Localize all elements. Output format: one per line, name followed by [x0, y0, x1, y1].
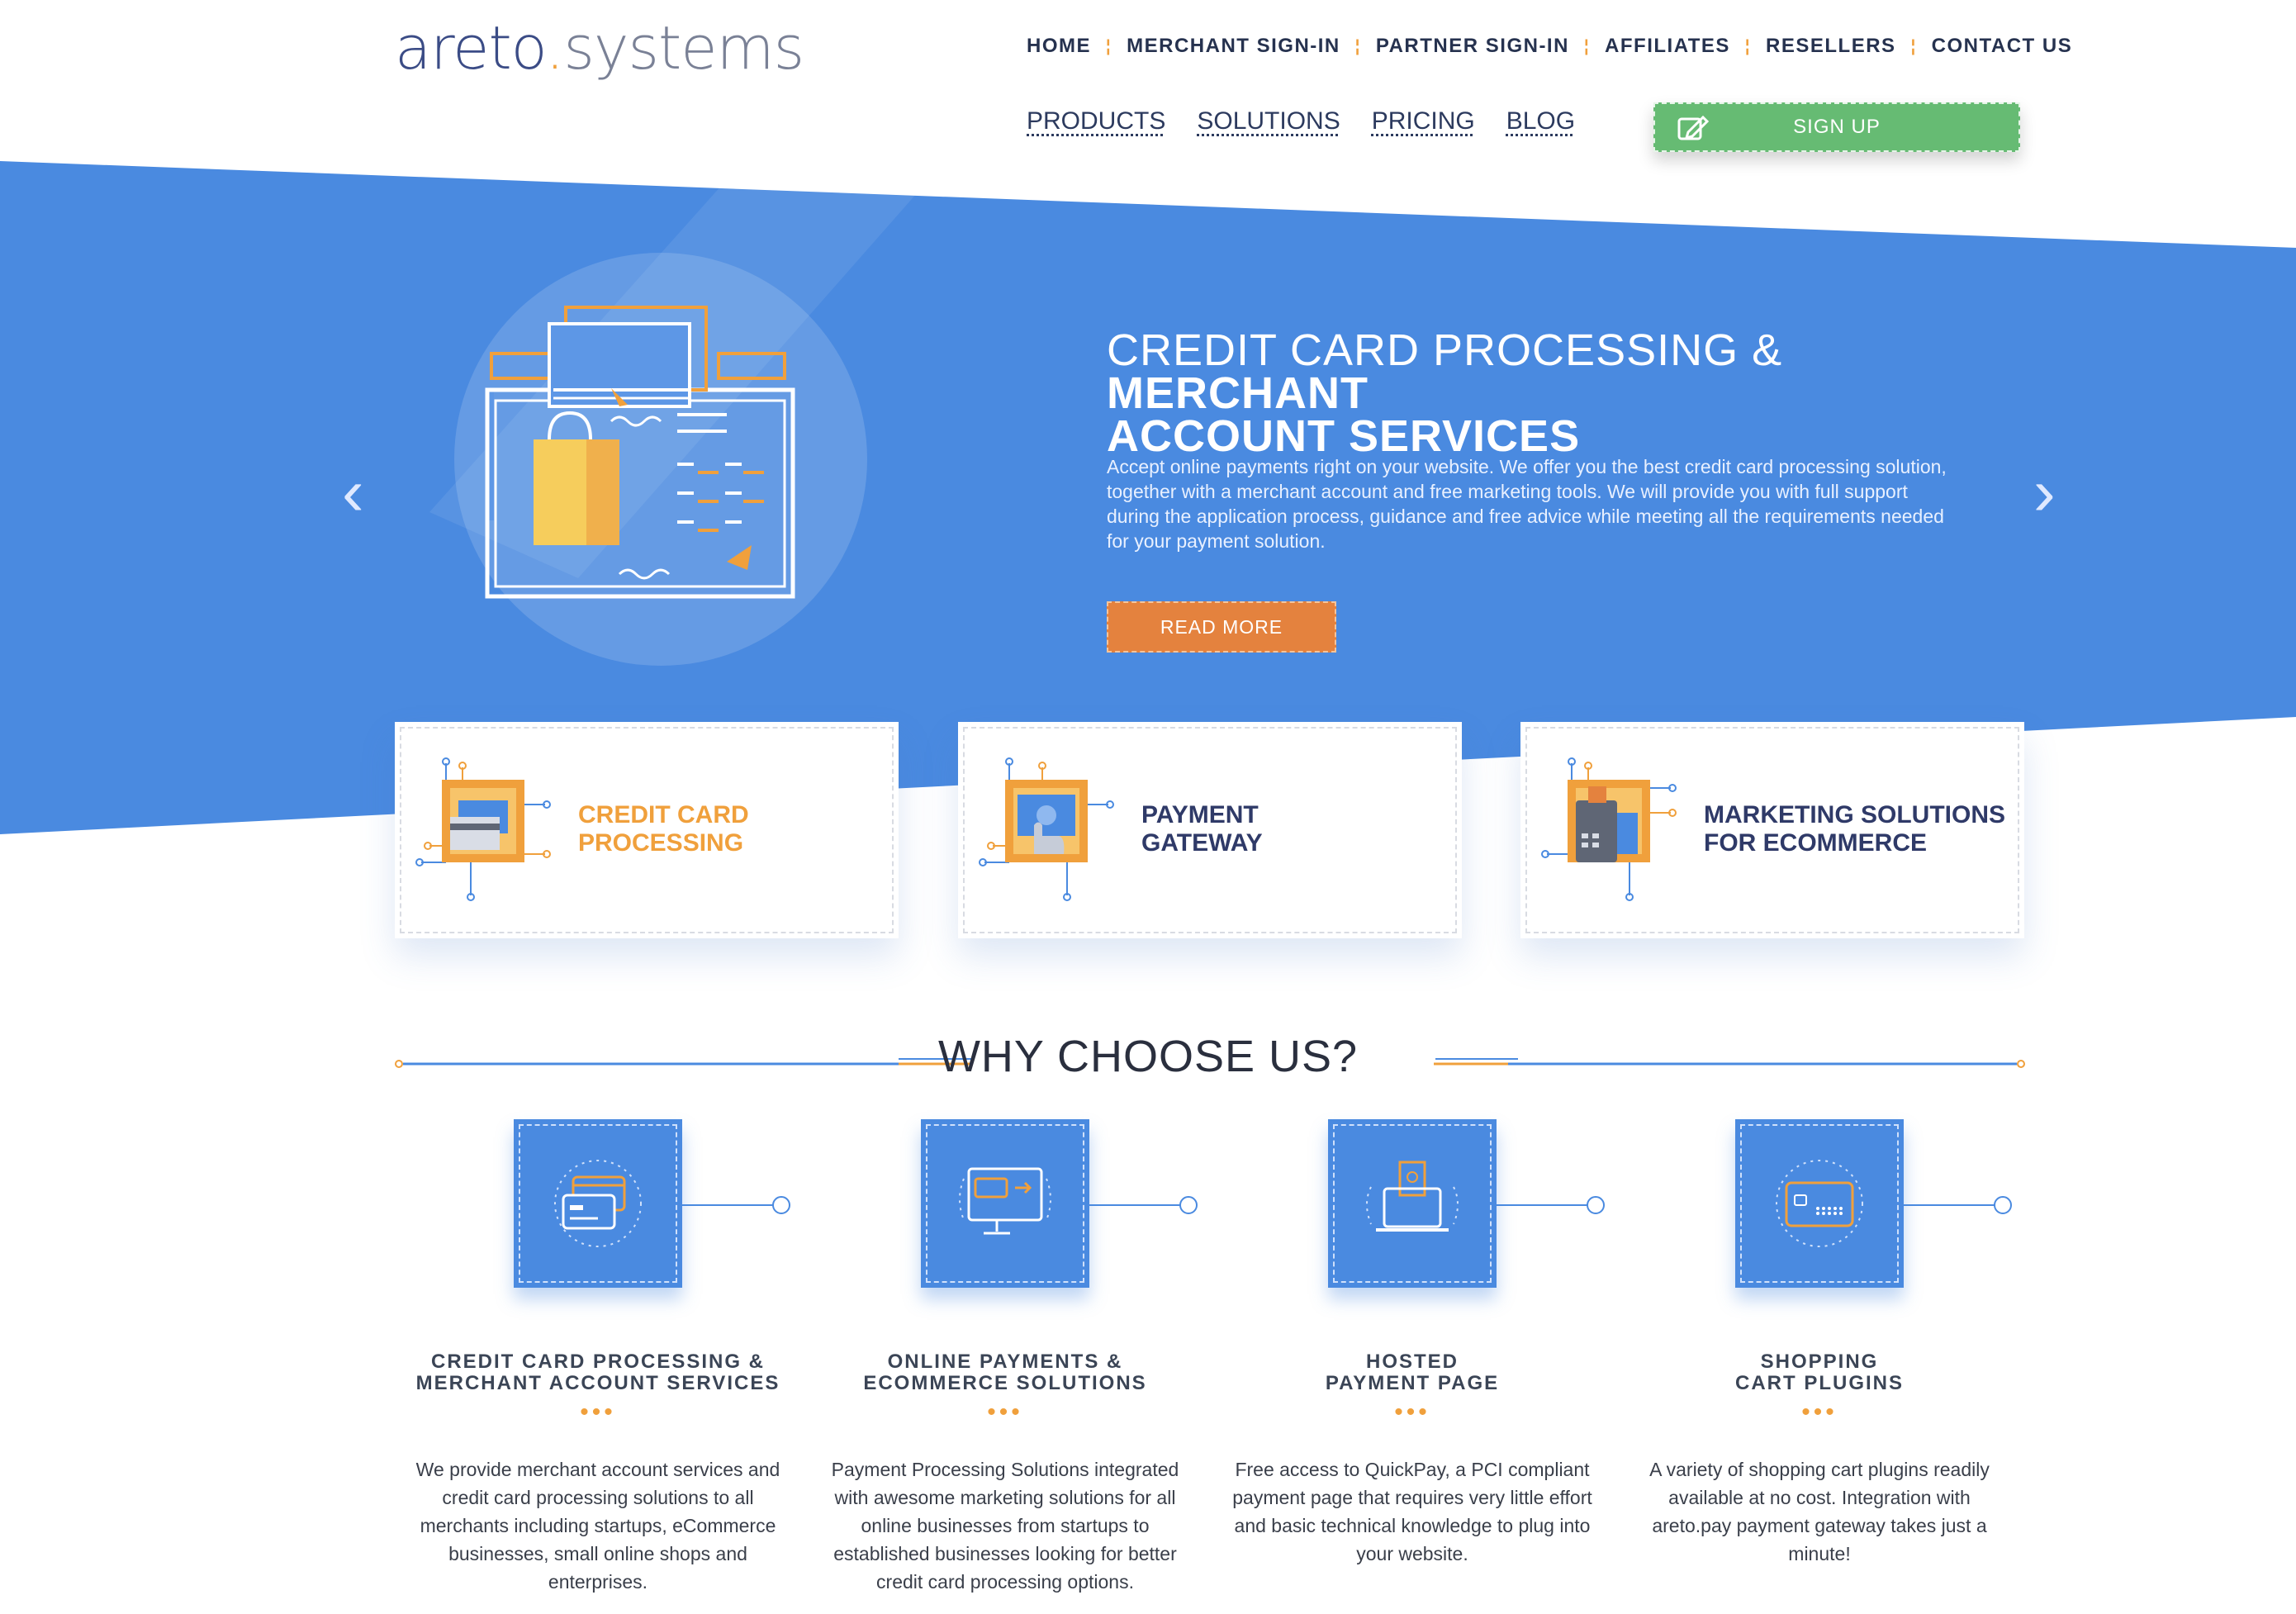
nav-separator: ¦: [1583, 36, 1591, 55]
feature-title: SHOPPING CART PLUGINS: [1629, 1351, 2009, 1394]
hero-title-light: CREDIT CARD PROCESSING &: [1107, 325, 1783, 375]
feature-dots: •••: [580, 1398, 616, 1426]
card-title-line-1: CREDIT CARD: [578, 801, 749, 828]
why-choose-us-heading: WHY CHOOSE US?: [937, 1032, 1359, 1081]
connector-line: [1497, 1196, 1605, 1214]
brand-part-1: areto: [395, 13, 546, 83]
nav-blog[interactable]: BLOG: [1506, 107, 1575, 135]
feature-description: Payment Processing Solutions integrated …: [831, 1459, 1179, 1593]
top-nav: HOME ¦ MERCHANT SIGN-IN ¦ PARTNER SIGN-IN ¦…: [1027, 35, 2072, 58]
feature-title-line-1: SHOPPING: [1760, 1351, 1879, 1373]
nav-affiliates[interactable]: AFFILIATES: [1605, 35, 1730, 58]
card-title-line-2: PROCESSING: [578, 829, 744, 857]
feature-title-line-2: PAYMENT PAGE: [1325, 1372, 1500, 1394]
card-title-line-2: GATEWAY: [1141, 829, 1263, 857]
nav-partner-sign-in[interactable]: PARTNER SIGN-IN: [1376, 35, 1569, 58]
nav-separator: ¦: [1910, 36, 1917, 55]
card-title: PAYMENT GATEWAY: [1141, 801, 1263, 857]
nav-separator: ¦: [1106, 36, 1112, 55]
hero-title: CREDIT CARD PROCESSING & MERCHANT ACCOUN…: [1107, 328, 1999, 461]
edit-icon: [1677, 115, 1710, 140]
carousel-next-arrow[interactable]: ›: [2033, 459, 2056, 525]
credit-card-icon: [1776, 1160, 1863, 1247]
nav-separator: ¦: [1354, 36, 1361, 55]
feature-title-line-2: CART PLUGINS: [1735, 1372, 1904, 1394]
feature-box-shopping-cart-plugins[interactable]: [1735, 1119, 1904, 1288]
hero-title-bold-1: MERCHANT: [1107, 368, 1369, 418]
brand-dot: .: [545, 13, 564, 83]
feature-dots: •••: [1394, 1398, 1430, 1426]
feature-title-line-1: ONLINE PAYMENTS &: [887, 1351, 1123, 1373]
feature-box-credit-card[interactable]: [514, 1119, 682, 1288]
hero-title-bold-2: ACCOUNT SERVICES: [1107, 411, 1581, 461]
nav-contact-us[interactable]: CONTACT US: [1932, 35, 2073, 58]
feature-title-line-2: MERCHANT ACCOUNT SERVICES: [415, 1372, 780, 1394]
nav-products[interactable]: PRODUCTS: [1027, 107, 1165, 135]
nav-solutions[interactable]: SOLUTIONS: [1197, 107, 1340, 135]
marketing-terminal-chip-icon: [1541, 757, 1677, 901]
payment-gateway-chip-icon: [979, 757, 1114, 901]
feature-title: ONLINE PAYMENTS & ECOMMERCE SOLUTIONS: [815, 1351, 1195, 1394]
nav-merchant-sign-in[interactable]: MERCHANT SIGN-IN: [1127, 35, 1340, 58]
card-payment-gateway[interactable]: PAYMENT GATEWAY: [958, 722, 1462, 938]
card-marketing-solutions[interactable]: MARKETING SOLUTIONS FOR ECOMMERCE: [1520, 722, 2024, 938]
credit-cards-icon: [554, 1160, 642, 1247]
feature-title-line-2: ECOMMERCE SOLUTIONS: [863, 1372, 1147, 1394]
connector-line: [1089, 1196, 1198, 1214]
feature-title-line-1: HOSTED: [1365, 1351, 1459, 1373]
feature-box-online-payments[interactable]: [921, 1119, 1089, 1288]
card-title-line-1: MARKETING SOLUTIONS: [1704, 801, 2005, 828]
card-title-line-1: PAYMENT: [1141, 801, 1259, 828]
feature-description: Free access to QuickPay, a PCI compliant…: [1232, 1459, 1592, 1564]
nav-pricing[interactable]: PRICING: [1372, 107, 1475, 135]
sign-up-button[interactable]: SIGN UP: [1653, 102, 2020, 152]
nav-separator: ¦: [1744, 36, 1752, 55]
brand-logo[interactable]: areto.systems: [395, 15, 804, 81]
nav-home[interactable]: HOME: [1027, 35, 1091, 58]
feature-title: HOSTED PAYMENT PAGE: [1222, 1351, 1602, 1394]
feature-description: We provide merchant account services and…: [415, 1459, 780, 1593]
laptop-cash-icon: [1366, 1161, 1459, 1232]
nav-resellers[interactable]: RESELLERS: [1766, 35, 1896, 58]
card-title: MARKETING SOLUTIONS FOR ECOMMERCE: [1704, 801, 2005, 857]
read-more-button[interactable]: READ MORE: [1107, 601, 1336, 653]
sub-nav: PRODUCTS SOLUTIONS PRICING BLOG: [1027, 107, 1606, 135]
monitor-payment-icon: [959, 1167, 1051, 1235]
connector-line: [682, 1196, 790, 1214]
carousel-prev-arrow[interactable]: ‹: [342, 459, 364, 525]
feature-title-line-1: CREDIT CARD PROCESSING &: [430, 1351, 766, 1373]
connector-line: [1904, 1196, 2012, 1214]
feature-dots: •••: [1801, 1398, 1838, 1426]
feature-title: CREDIT CARD PROCESSING & MERCHANT ACCOUN…: [408, 1351, 788, 1394]
feature-description: A variety of shopping cart plugins readi…: [1649, 1459, 1990, 1564]
card-credit-card-processing[interactable]: CREDIT CARD PROCESSING: [395, 722, 899, 938]
hero-illustration: [485, 306, 795, 599]
hero-description: Accept online payments right on your web…: [1107, 456, 1947, 552]
sign-up-label: SIGN UP: [1793, 116, 1881, 138]
feature-box-hosted-payment-page[interactable]: [1328, 1119, 1497, 1288]
card-title-line-2: FOR ECOMMERCE: [1704, 829, 1927, 857]
feature-dots: •••: [987, 1398, 1023, 1426]
brand-part-2: systems: [563, 13, 804, 83]
credit-card-chip-icon: [415, 757, 551, 901]
card-title: CREDIT CARD PROCESSING: [578, 801, 749, 857]
